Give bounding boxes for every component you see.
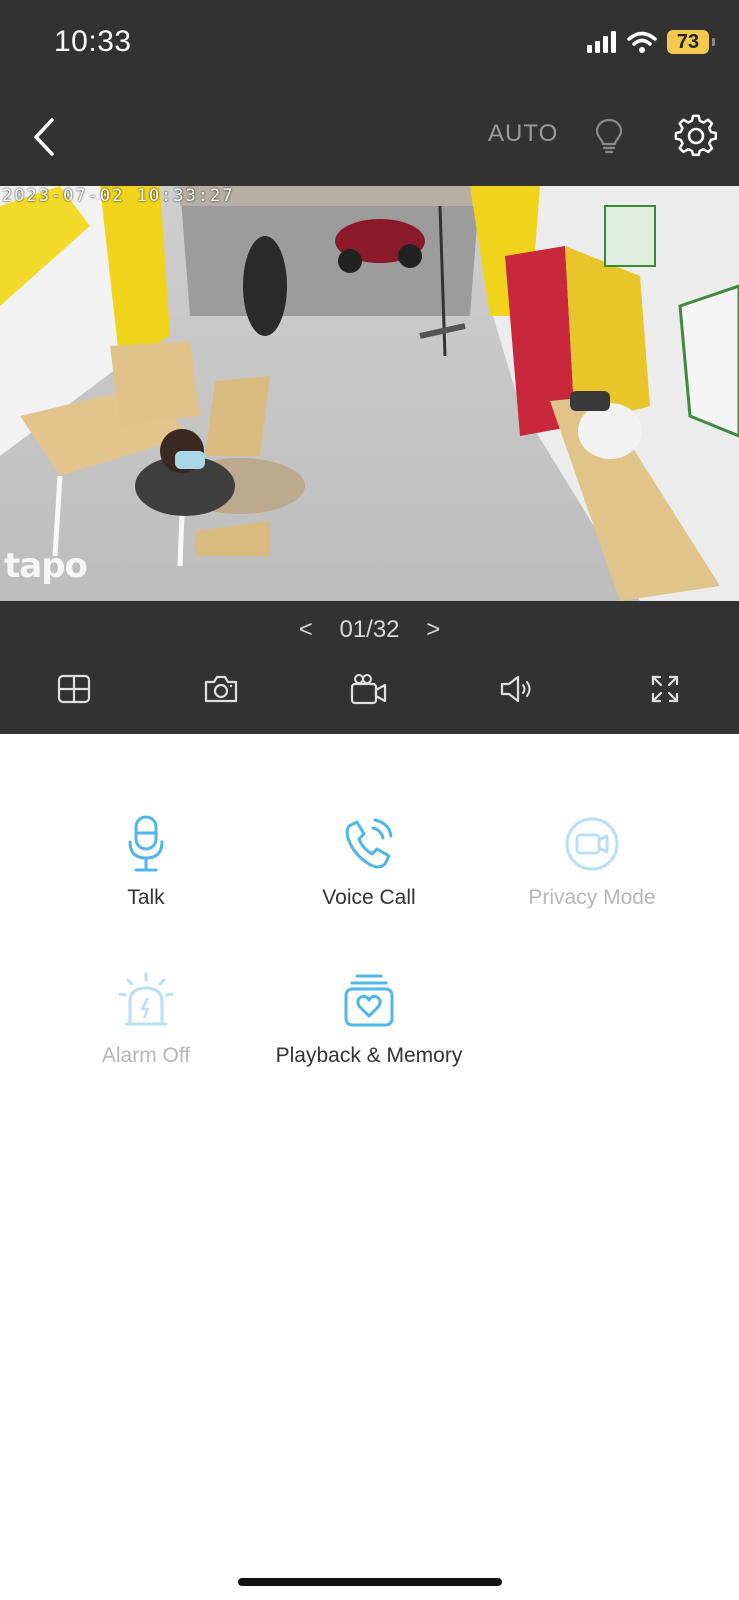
wifi-icon [627, 31, 657, 53]
settings-gear-icon[interactable] [674, 114, 718, 158]
snapshot-button[interactable] [197, 665, 245, 713]
microphone-icon [128, 815, 164, 872]
record-button[interactable] [345, 665, 393, 713]
camera-page-indicator: 01/32 [339, 615, 400, 643]
playback-memory-icon [344, 974, 394, 1027]
fullscreen-expand-icon [651, 675, 679, 703]
multi-view-button[interactable] [50, 665, 98, 713]
alarm-off-label: Alarm Off [101, 1044, 191, 1067]
video-record-icon [350, 674, 387, 705]
alarm-off-action[interactable]: Alarm Off [36, 972, 256, 1068]
camera-live-view[interactable]: 2023-07-02 10:33:27 tapo [0, 186, 739, 601]
camera-icon [204, 675, 238, 703]
tapo-watermark: tapo [4, 546, 88, 586]
privacy-camera-icon [565, 817, 619, 871]
home-indicator [238, 1578, 502, 1586]
camera-toolbar [0, 665, 739, 713]
previous-camera-button[interactable]: < [279, 616, 333, 644]
privacy-mode-action[interactable]: Privacy Mode [482, 814, 702, 910]
camera-pager: < 01/32 > [0, 615, 739, 644]
speaker-volume-icon [500, 675, 531, 703]
voice-call-action[interactable]: Voice Call [259, 814, 479, 910]
playback-memory-label: Playback & Memory [275, 1044, 463, 1067]
status-time: 10:33 [54, 25, 132, 58]
voice-call-label: Voice Call [322, 886, 416, 909]
fullscreen-button[interactable] [641, 665, 689, 713]
grid-view-icon [57, 674, 91, 704]
talk-action[interactable]: Talk [36, 814, 256, 910]
playback-memory-action[interactable]: Playback & Memory [259, 972, 479, 1068]
camera-scene-image [0, 186, 739, 601]
back-chevron-icon[interactable] [28, 112, 64, 162]
privacy-mode-label: Privacy Mode [528, 886, 656, 909]
alarm-siren-icon [118, 972, 174, 1026]
status-icons: 73 [587, 30, 715, 54]
camera-timestamp: 2023-07-02 10:33:27 [2, 186, 235, 206]
next-camera-button[interactable]: > [406, 616, 460, 644]
battery-indicator: 73 [667, 30, 715, 54]
camera-controls-bar: < 01/32 > [0, 601, 739, 734]
speaker-button[interactable] [493, 665, 541, 713]
cellular-signal-icon [587, 31, 616, 53]
auto-mode-button[interactable]: AUTO [488, 120, 558, 148]
talk-label: Talk [127, 886, 165, 909]
phone-call-icon [345, 818, 393, 869]
light-bulb-icon[interactable] [593, 116, 625, 156]
top-header: 10:33 73 AUTO [0, 0, 739, 186]
